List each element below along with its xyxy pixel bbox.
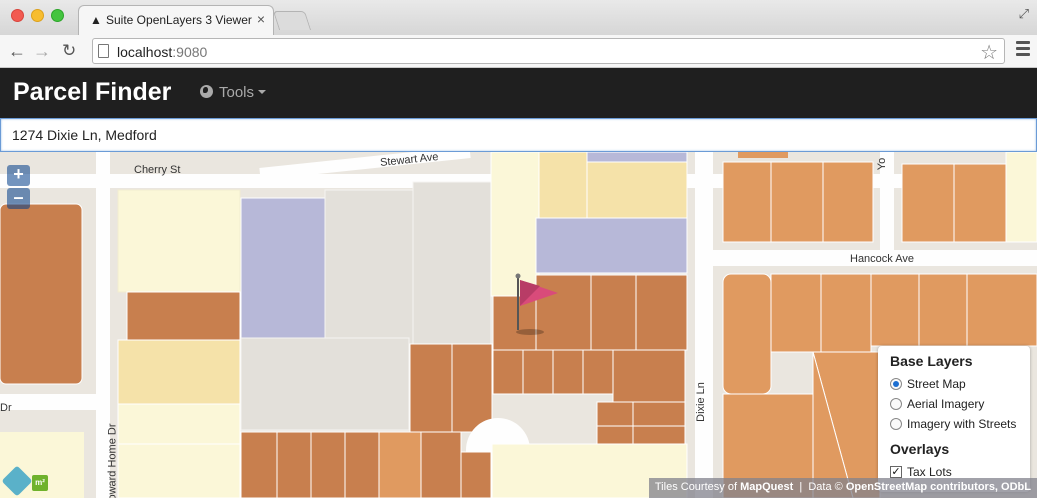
imagery-with-streets-radio[interactable] xyxy=(890,418,902,430)
street-label-cherry: Cherry St xyxy=(134,164,181,176)
tab-title: Suite OpenLayers 3 Viewer xyxy=(106,13,252,27)
street-label-hancock: Hancock Ave xyxy=(850,253,915,265)
back-arrow-icon[interactable]: ← xyxy=(8,40,26,62)
forward-arrow-icon[interactable]: → xyxy=(33,40,51,62)
osm-logo-icon[interactable]: m² xyxy=(32,475,48,491)
street-label-yo: Yo xyxy=(876,157,889,171)
street-dr xyxy=(0,394,96,410)
browser-toolbar: ← → ↻ localhost:9080 ☆ xyxy=(0,35,1037,68)
osm-link[interactable]: OpenStreetMap contributors, ODbL xyxy=(846,481,1031,493)
map-viewport[interactable]: Cherry St Stewart Ave Hancock Ave Dixie … xyxy=(0,152,1037,498)
base-layer-street-map[interactable]: Street Map xyxy=(890,374,1018,394)
zoom-in-button[interactable]: + xyxy=(7,165,30,186)
page-icon xyxy=(98,44,109,58)
tax-lots-checkbox[interactable]: ✓ xyxy=(890,466,902,478)
globe-icon xyxy=(200,85,213,98)
close-window-button[interactable] xyxy=(11,9,24,22)
street-dixie xyxy=(695,152,713,498)
street-label-dixie: Dixie Ln xyxy=(694,382,707,422)
base-layer-imagery-with-streets[interactable]: Imagery with Streets xyxy=(890,414,1018,434)
map-attribution: Tiles Courtesy of MapQuest | Data © Open… xyxy=(648,478,1037,498)
tools-label: Tools xyxy=(219,84,255,101)
browser-titlebar: ▲ Suite OpenLayers 3 Viewer × ⤢ xyxy=(0,0,1037,35)
bookmark-star-icon[interactable]: ☆ xyxy=(980,40,998,65)
base-layer-aerial-imagery[interactable]: Aerial Imagery xyxy=(890,394,1018,414)
browser-menu-icon[interactable] xyxy=(1016,41,1030,59)
minimize-window-button[interactable] xyxy=(31,9,44,22)
tools-dropdown[interactable]: Tools xyxy=(200,84,267,101)
new-tab-button[interactable] xyxy=(272,11,312,30)
aerial-imagery-radio[interactable] xyxy=(890,398,902,410)
street-label-howard-home: Howard Home Dr xyxy=(106,423,119,498)
street-label-dr: Dr xyxy=(0,402,12,414)
boundless-logo-icon: ▲ xyxy=(90,13,102,27)
zoom-out-button[interactable]: – xyxy=(7,188,30,209)
address-bar[interactable]: localhost:9080 ☆ xyxy=(92,38,1005,64)
url-text: localhost:9080 xyxy=(117,44,208,60)
app-brand[interactable]: Parcel Finder xyxy=(13,78,171,107)
tab-close-icon[interactable]: × xyxy=(257,11,265,27)
fullscreen-icon[interactable]: ⤢ xyxy=(1019,6,1029,22)
address-search-bar xyxy=(0,118,1037,152)
zoom-window-button[interactable] xyxy=(51,9,64,22)
app-navbar: Parcel Finder Tools xyxy=(0,68,1037,118)
mapquest-link[interactable]: MapQuest xyxy=(740,481,793,493)
address-search-input[interactable] xyxy=(1,119,1036,151)
street-map-radio[interactable] xyxy=(890,378,902,390)
caret-down-icon xyxy=(258,90,267,94)
layer-switcher-panel: Base Layers Street Map Aerial Imagery Im… xyxy=(878,346,1030,492)
reload-icon[interactable]: ↻ xyxy=(62,40,76,62)
browser-tab[interactable]: ▲ Suite OpenLayers 3 Viewer × xyxy=(78,5,274,35)
base-layers-heading: Base Layers xyxy=(890,353,973,369)
overlays-heading: Overlays xyxy=(890,441,950,457)
